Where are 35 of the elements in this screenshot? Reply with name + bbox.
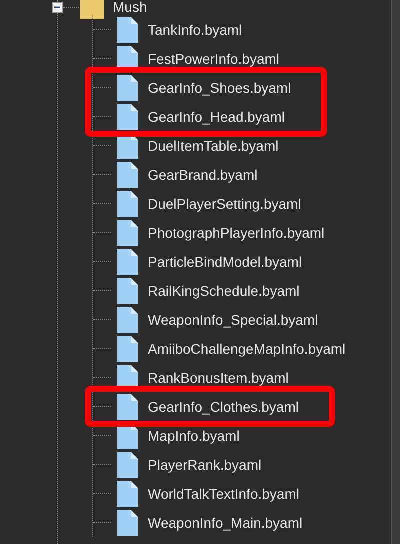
file-name[interactable]: GearInfo_Clothes.byaml [148, 398, 299, 414]
file-icon [117, 306, 138, 332]
file-icon [117, 278, 138, 304]
file-name[interactable]: PlayerRank.byaml [148, 456, 262, 472]
file-icon [117, 394, 138, 420]
file-icon [117, 248, 138, 274]
file-icon [117, 510, 138, 536]
file-name[interactable]: DuelPlayerSetting.byaml [148, 196, 302, 212]
folder-name[interactable]: Mush [113, 0, 148, 15]
folder-icon [80, 0, 104, 18]
file-name[interactable]: WeaponInfo_Main.byaml [148, 514, 303, 530]
file-icon [117, 336, 138, 362]
file-name[interactable]: WorldTalkTextInfo.byaml [148, 486, 300, 502]
file-icon [117, 104, 138, 130]
file-icon [117, 16, 138, 42]
file-name[interactable]: RankBonusItem.byaml [148, 370, 289, 386]
file-name[interactable]: PhotographPlayerInfo.byaml [148, 224, 325, 240]
file-name[interactable]: GearInfo_Shoes.byaml [148, 80, 292, 96]
file-icon [117, 220, 138, 246]
file-icon [117, 74, 138, 100]
file-name[interactable]: WeaponInfo_Special.byaml [148, 312, 318, 328]
file-name[interactable]: AmiiboChallengeMapInfo.byaml [148, 340, 346, 356]
file-name[interactable]: GearInfo_Head.byaml [148, 108, 285, 124]
file-icon [117, 190, 138, 216]
file-name[interactable]: TankInfo.byaml [148, 22, 242, 38]
file-name[interactable]: DuelItemTable.byaml [148, 138, 279, 154]
file-name[interactable]: ParticleBindModel.byaml [148, 254, 302, 270]
file-icon [117, 480, 138, 506]
file-name[interactable]: FestPowerInfo.byaml [148, 50, 280, 66]
file-name[interactable]: MapInfo.byaml [148, 428, 240, 444]
file-name[interactable]: RailKingSchedule.byaml [148, 282, 300, 298]
collapse-icon[interactable] [52, 2, 63, 13]
file-icon [117, 452, 138, 478]
file-name[interactable]: GearBrand.byaml [148, 166, 258, 182]
file-icon [117, 162, 138, 188]
